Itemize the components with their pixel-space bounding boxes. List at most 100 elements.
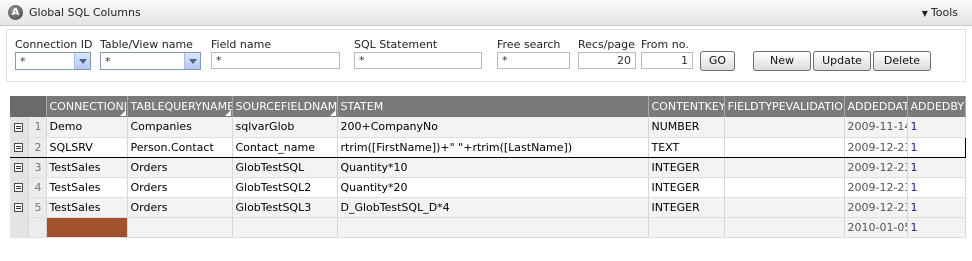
cell-contentkey[interactable]: NUMBER bbox=[648, 117, 725, 138]
cell-addeddat[interactable]: 2009-11-14 bbox=[844, 117, 908, 138]
table-view-select[interactable]: * bbox=[100, 52, 201, 70]
cell-fieldtypevalidation[interactable] bbox=[724, 136, 845, 158]
cell-addedby[interactable]: 1 bbox=[907, 177, 966, 198]
cell-sourcefieldname[interactable]: sqlvarGlob bbox=[232, 117, 338, 138]
dropdown-arrow-icon[interactable] bbox=[74, 53, 90, 69]
free-search-input[interactable]: * bbox=[497, 52, 570, 69]
go-button[interactable]: GO bbox=[700, 51, 735, 71]
cell-addeddat[interactable]: 2009-12-23 bbox=[844, 177, 908, 198]
table-view-value: * bbox=[105, 55, 111, 68]
document-icon[interactable] bbox=[14, 163, 24, 172]
document-icon[interactable] bbox=[14, 183, 24, 192]
cell-statem[interactable] bbox=[337, 217, 649, 238]
recs-page-input[interactable]: 20 bbox=[578, 52, 636, 69]
table-row[interactable]: 1 Demo Companies sqlvarGlob 200+CompanyN… bbox=[10, 117, 966, 138]
cell-connectionid-active[interactable] bbox=[46, 217, 128, 238]
new-entry-row[interactable]: 2010-01-05 1 bbox=[10, 217, 966, 238]
cell-addedby[interactable]: 1 bbox=[907, 136, 966, 158]
cell-statem[interactable]: Quantity*10 bbox=[337, 157, 649, 178]
cell-addeddat[interactable]: 2009-12-23 bbox=[844, 157, 908, 178]
cell-contentkey[interactable]: INTEGER bbox=[648, 177, 725, 198]
row-edit-icon[interactable] bbox=[10, 117, 29, 138]
free-search-label: Free search bbox=[497, 38, 561, 51]
row-edit-icon[interactable] bbox=[10, 157, 29, 178]
cell-tablequeryname[interactable]: Companies bbox=[127, 117, 233, 138]
cell-tablequeryname[interactable] bbox=[127, 217, 233, 238]
table-row[interactable]: 5 TestSales Orders GlobTestSQL3 D_GlobTe… bbox=[10, 197, 966, 218]
delete-button[interactable]: Delete bbox=[873, 51, 931, 71]
cell-connectionid[interactable]: Demo bbox=[46, 117, 128, 138]
cell-sourcefieldname[interactable]: GlobTestSQL3 bbox=[232, 197, 338, 218]
cell-connectionid[interactable]: SQLSRV bbox=[46, 136, 128, 158]
cell-connectionid[interactable]: TestSales bbox=[46, 177, 128, 198]
cell-tablequeryname[interactable]: Person.Contact bbox=[127, 136, 233, 158]
cell-addedby[interactable]: 1 bbox=[907, 157, 966, 178]
column-header-addedby[interactable]: ADDEDBY bbox=[907, 96, 966, 117]
document-icon[interactable] bbox=[14, 203, 24, 212]
cell-sourcefieldname[interactable]: GlobTestSQL bbox=[232, 157, 338, 178]
cell-tablequeryname[interactable]: Orders bbox=[127, 157, 233, 178]
cell-fieldtypevalidation[interactable] bbox=[724, 117, 845, 138]
column-header-contentkey[interactable]: CONTENTKEY bbox=[648, 96, 725, 117]
cell-fieldtypevalidation[interactable] bbox=[724, 177, 845, 198]
table-row-selected[interactable]: 2 SQLSRV Person.Contact Contact_name rtr… bbox=[10, 136, 966, 158]
column-resize-icon[interactable] bbox=[329, 110, 336, 116]
connection-id-value: * bbox=[20, 55, 26, 68]
cell-addeddat[interactable]: 2009-12-23 bbox=[844, 136, 908, 158]
cell-addeddat[interactable]: 2009-12-23 bbox=[844, 197, 908, 218]
cell-fieldtypevalidation[interactable] bbox=[724, 197, 845, 218]
cell-contentkey[interactable]: INTEGER bbox=[648, 197, 725, 218]
cell-fieldtypevalidation[interactable] bbox=[724, 157, 845, 178]
sql-statement-input[interactable]: * bbox=[354, 52, 482, 69]
from-no-label: From no. bbox=[641, 38, 689, 51]
cell-addedby[interactable]: 1 bbox=[907, 117, 966, 138]
tools-menu[interactable]: ▼ Tools bbox=[922, 6, 958, 19]
connection-id-select[interactable]: * bbox=[15, 52, 91, 70]
connection-id-label: Connection ID bbox=[15, 38, 93, 51]
table-view-label: Table/View name bbox=[100, 38, 193, 51]
row-edit-icon[interactable] bbox=[10, 197, 29, 218]
update-button[interactable]: Update bbox=[813, 51, 871, 71]
cell-statem[interactable]: rtrim([FirstName])+" "+rtrim([LastName]) bbox=[337, 136, 649, 158]
row-number: 1 bbox=[28, 117, 47, 138]
row-edit-icon[interactable] bbox=[10, 177, 29, 198]
row-edit-icon[interactable] bbox=[10, 136, 29, 158]
cell-connectionid[interactable]: TestSales bbox=[46, 157, 128, 178]
cell-tablequeryname[interactable]: Orders bbox=[127, 197, 233, 218]
cell-addeddat[interactable]: 2010-01-05 bbox=[844, 217, 908, 238]
cell-contentkey[interactable]: INTEGER bbox=[648, 157, 725, 178]
page-title: Global SQL Columns bbox=[29, 6, 141, 19]
document-icon[interactable] bbox=[14, 143, 24, 152]
cell-addedby[interactable]: 1 bbox=[907, 217, 966, 238]
cell-fieldtypevalidation[interactable] bbox=[724, 217, 845, 238]
cell-statem[interactable]: D_GlobTestSQL_D*4 bbox=[337, 197, 649, 218]
cell-tablequeryname[interactable]: Orders bbox=[127, 177, 233, 198]
title-bar: A Global SQL Columns ▼ Tools bbox=[0, 0, 972, 26]
from-no-input[interactable]: 1 bbox=[641, 52, 693, 69]
app-logo-icon: A bbox=[8, 5, 23, 20]
dropdown-arrow-icon[interactable] bbox=[184, 53, 200, 69]
new-button[interactable]: New bbox=[753, 51, 811, 71]
column-header-connectionid[interactable]: CONNECTIONID bbox=[46, 96, 128, 117]
column-header-fieldtypevalidation[interactable]: FIELDTYPEVALIDATION bbox=[724, 96, 845, 117]
document-icon[interactable] bbox=[14, 122, 24, 132]
column-header-addeddat[interactable]: ADDEDDAT bbox=[844, 96, 908, 117]
cell-sourcefieldname[interactable] bbox=[232, 217, 338, 238]
cell-sourcefieldname[interactable]: GlobTestSQL2 bbox=[232, 177, 338, 198]
column-resize-icon[interactable] bbox=[119, 110, 126, 116]
cell-statem[interactable]: Quantity*20 bbox=[337, 177, 649, 198]
cell-sourcefieldname[interactable]: Contact_name bbox=[232, 136, 338, 158]
cell-statem[interactable]: 200+CompanyNo bbox=[337, 117, 649, 138]
field-name-input[interactable]: * bbox=[211, 52, 340, 69]
cell-contentkey[interactable]: TEXT bbox=[648, 136, 725, 158]
column-header-tablequeryname[interactable]: TABLEQUERYNAME bbox=[127, 96, 233, 117]
column-header-statem[interactable]: STATEM bbox=[337, 96, 649, 117]
cell-addedby[interactable]: 1 bbox=[907, 197, 966, 218]
column-header-sourcefieldname[interactable]: SOURCEFIELDNAME bbox=[232, 96, 338, 117]
column-resize-icon[interactable] bbox=[224, 110, 231, 116]
table-row[interactable]: 3 TestSales Orders GlobTestSQL Quantity*… bbox=[10, 157, 966, 178]
data-grid: CONNECTIONID TABLEQUERYNAME SOURCEFIELDN… bbox=[10, 96, 966, 238]
cell-connectionid[interactable]: TestSales bbox=[46, 197, 128, 218]
cell-contentkey[interactable] bbox=[648, 217, 725, 238]
table-row[interactable]: 4 TestSales Orders GlobTestSQL2 Quantity… bbox=[10, 177, 966, 198]
